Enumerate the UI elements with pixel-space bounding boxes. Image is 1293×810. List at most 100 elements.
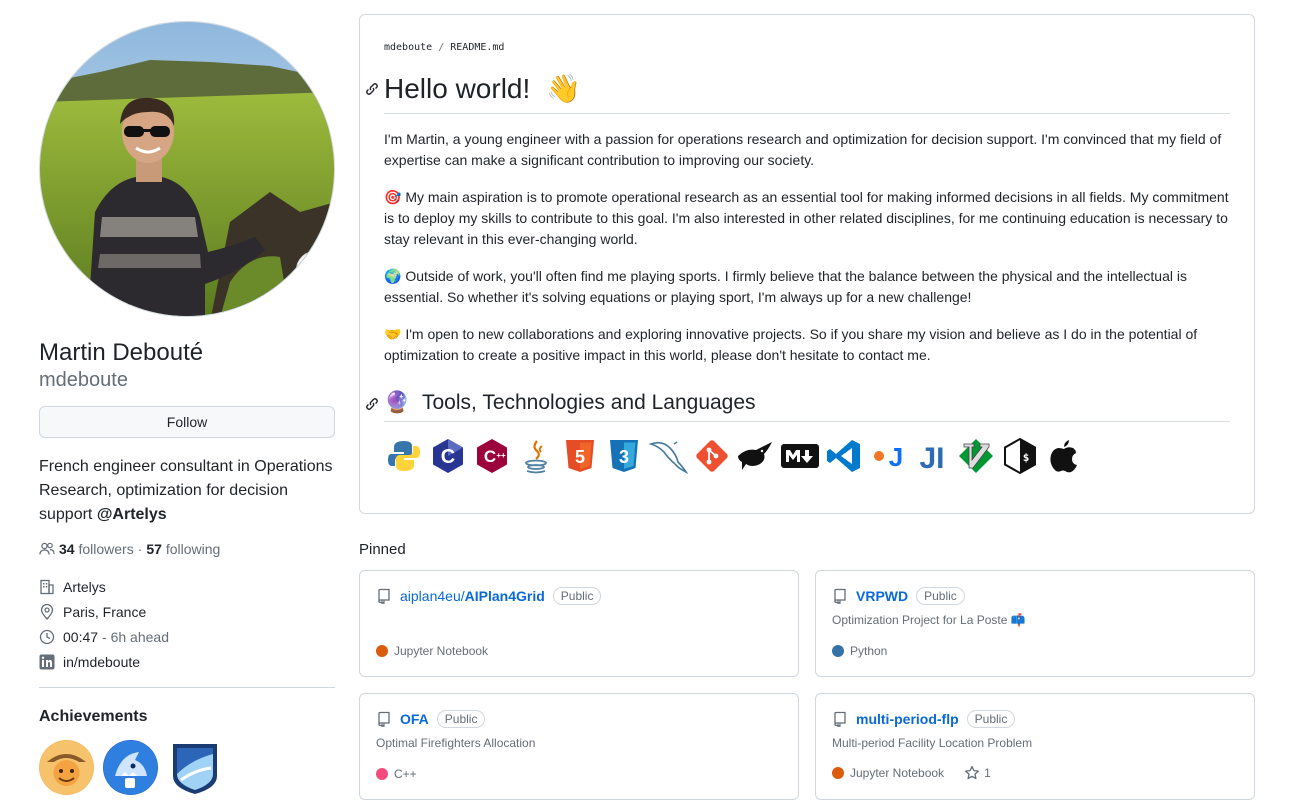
svg-text:5: 5 — [575, 447, 585, 467]
location-icon — [40, 603, 54, 620]
repo-description: Optimal Firefighters Allocation — [376, 736, 536, 750]
readme-owner-link[interactable]: mdeboute — [384, 42, 432, 53]
c-icon[interactable]: C — [428, 436, 468, 476]
git-icon[interactable] — [692, 436, 732, 476]
mysql-icon[interactable] — [648, 436, 688, 476]
handshake-emoji: 🤝 — [384, 326, 402, 342]
repo-language: Jupyter Notebook — [394, 644, 489, 658]
achievement-badge-yolo-cowboy[interactable] — [39, 740, 94, 795]
achievement-badge-starstruck[interactable] — [167, 740, 222, 795]
repo-language: Jupyter Notebook — [850, 766, 945, 780]
repo-description — [376, 613, 782, 631]
repo-icon — [378, 711, 390, 727]
repo-name-link[interactable]: multi-period-flp — [856, 711, 959, 727]
repo-name-link[interactable]: aiplan4eu/AIPlan4Grid — [400, 588, 545, 604]
java-icon[interactable] — [516, 436, 556, 476]
shark-badge-icon — [103, 740, 158, 795]
shield-badge-icon — [172, 744, 217, 794]
language-color-dot — [832, 767, 844, 779]
tools-heading: 🔮 Tools, Technologies and Languages — [366, 389, 1230, 422]
repo-description: Multi-period Facility Location Problem — [832, 736, 1033, 750]
vim-icon[interactable] — [956, 436, 996, 476]
pinned-repo-card: multi-period-flp Public Multi-period Fac… — [815, 693, 1255, 800]
readme-card: mdeboute / README.md Hello world! 👋 I'm … — [359, 14, 1255, 514]
avatar[interactable]: 🌱 — [39, 21, 335, 317]
svg-text:C: C — [484, 447, 496, 466]
company-name: Artelys — [63, 578, 106, 595]
python-icon[interactable] — [384, 436, 424, 476]
linkedin-icon — [39, 654, 55, 669]
profile-sidebar: 🌱 Martin Debouté mdeboute Follow French … — [39, 21, 335, 795]
vscode-icon[interactable] — [824, 436, 864, 476]
svg-text:$: $ — [1023, 451, 1030, 464]
achievement-badge-pull-shark[interactable] — [103, 740, 158, 795]
local-time: 00:47 — [63, 628, 99, 645]
repo-name: AIPlan4Grid — [464, 588, 545, 604]
profile-full-name: Martin Debouté — [39, 339, 204, 366]
location-text: Paris, France — [63, 603, 147, 620]
shell-icon[interactable]: $ — [1000, 436, 1040, 476]
repo-icon — [834, 711, 846, 727]
path-separator: / — [438, 42, 445, 53]
collab-text: I'm open to new collaborations and explo… — [384, 326, 1198, 363]
pinned-repo-card: aiplan4eu/AIPlan4Grid Public Jupyter Not… — [359, 570, 799, 677]
star-count: 1 — [984, 766, 991, 780]
readme-aspiration: 🎯 My main aspiration is to promote opera… — [384, 187, 1230, 250]
bio-mention-link[interactable]: @Artelys — [97, 506, 167, 523]
globe-emoji: 🌍 — [384, 268, 402, 284]
heading-text: Hello world! — [384, 73, 531, 104]
achievements-title: Achievements — [39, 708, 148, 725]
repo-meta: Jupyter Notebook — [376, 644, 488, 658]
repo-meta: Jupyter Notebook 1 — [832, 765, 991, 781]
link-anchor-icon[interactable] — [364, 396, 380, 412]
visibility-badge: Public — [916, 587, 965, 605]
bio-text: French engineer consultant in Operations… — [39, 458, 333, 523]
cplusplus-icon[interactable]: C ++ — [472, 436, 512, 476]
jupyter-icon[interactable]: J — [868, 436, 908, 476]
crystal-ball-emoji: 🔮 — [384, 391, 411, 414]
followers-label: followers — [78, 541, 134, 557]
repo-meta: Python — [832, 644, 887, 658]
tools-heading-text: Tools, Technologies and Languages — [422, 391, 756, 414]
status-emoji[interactable]: 🌱 — [296, 251, 334, 289]
repo-name-link[interactable]: VRPWD — [856, 588, 908, 604]
visibility-badge: Public — [436, 710, 486, 728]
cowboy-badge-icon — [39, 740, 94, 795]
star-icon — [965, 765, 980, 780]
link-anchor-icon[interactable] — [364, 81, 380, 97]
pinned-repo-card: OFA Public Optimal Firefighters Allocati… — [359, 693, 799, 800]
target-emoji: 🎯 — [384, 189, 402, 205]
following-link[interactable]: 57 following — [146, 541, 220, 557]
repo-icon — [378, 588, 390, 604]
sidebar-divider — [39, 687, 335, 688]
readme-outside: 🌍 Outside of work, you'll often find me … — [384, 266, 1230, 308]
readme-path: mdeboute / README.md — [384, 42, 1230, 53]
readme-heading: Hello world! 👋 — [366, 71, 1230, 114]
readme-file-link[interactable]: README.md — [450, 42, 504, 53]
css3-icon[interactable]: 3 — [604, 436, 644, 476]
bash-bird-icon[interactable] — [736, 436, 776, 476]
followers-link[interactable]: 34 followers — [59, 541, 134, 557]
repo-language: Python — [850, 644, 888, 658]
julia-icon[interactable]: JI — [912, 436, 952, 476]
repo-stars-link[interactable]: 1 — [964, 765, 991, 781]
language-color-dot — [376, 768, 388, 780]
repo-icon — [834, 588, 846, 604]
svg-text:C: C — [441, 446, 455, 468]
visibility-badge: Public — [966, 710, 1016, 728]
avatar-photo — [40, 22, 334, 316]
detail-linkedin[interactable]: in/mdeboute — [39, 649, 335, 674]
apple-icon[interactable] — [1044, 436, 1084, 476]
following-label: following — [165, 541, 221, 557]
followers-count: 34 — [59, 541, 75, 557]
linkedin-link[interactable]: in/mdeboute — [63, 654, 140, 670]
svg-text:JI: JI — [919, 442, 944, 474]
markdown-icon[interactable] — [780, 436, 820, 476]
waving-hand-emoji: 👋 — [546, 73, 581, 104]
repo-name-link[interactable]: OFA — [400, 711, 429, 727]
organization-icon — [40, 579, 54, 594]
html5-icon[interactable]: 5 — [560, 436, 600, 476]
people-icon — [39, 542, 55, 555]
language-color-dot — [832, 645, 844, 657]
follow-button[interactable]: Follow — [39, 406, 335, 438]
